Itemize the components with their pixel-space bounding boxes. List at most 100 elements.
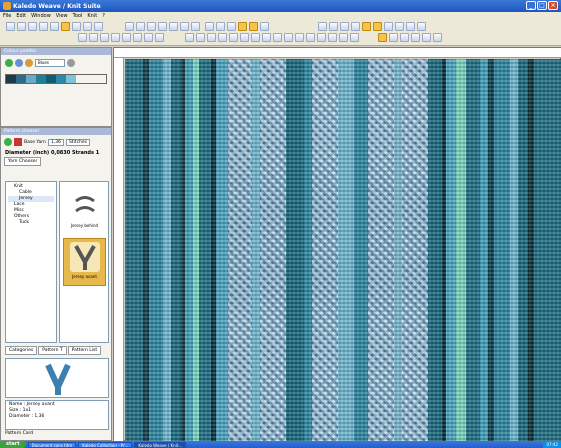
- tool-icon[interactable]: [28, 22, 37, 31]
- tool-icon[interactable]: [317, 33, 326, 42]
- menu-view[interactable]: View: [56, 13, 68, 19]
- tool-icon[interactable]: [196, 33, 205, 42]
- tool-icon[interactable]: [411, 33, 420, 42]
- add-yarn-icon[interactable]: [4, 138, 12, 146]
- tool-icon[interactable]: [185, 33, 194, 42]
- tab-categories[interactable]: Categories: [5, 346, 38, 355]
- tool-icon[interactable]: [216, 22, 225, 31]
- knit-fabric[interactable]: [125, 59, 561, 442]
- tool-icon[interactable]: [100, 33, 109, 42]
- tool-icon[interactable]: [249, 22, 258, 31]
- tool-icon[interactable]: [61, 22, 70, 31]
- tool-icon[interactable]: [240, 33, 249, 42]
- tool-icon[interactable]: [378, 33, 387, 42]
- tool-icon[interactable]: [295, 33, 304, 42]
- tool-icon[interactable]: [147, 22, 156, 31]
- tool-icon[interactable]: [207, 33, 216, 42]
- tool-icon[interactable]: [251, 33, 260, 42]
- menu-edit[interactable]: Edit: [16, 13, 26, 19]
- tool-icon[interactable]: [238, 22, 247, 31]
- tab-pattern-t[interactable]: Pattern T: [38, 346, 67, 355]
- tool-icon[interactable]: [422, 33, 431, 42]
- colour-swatch[interactable]: [16, 75, 26, 83]
- taskbar-item[interactable]: Kaledo Collection - Pr...: [78, 441, 133, 448]
- tab-pattern-list[interactable]: Pattern List: [67, 346, 102, 355]
- taskbar-item-active[interactable]: Kaledo Weave / Knit...: [134, 441, 187, 448]
- tool-icon[interactable]: [191, 22, 200, 31]
- tool-icon[interactable]: [406, 22, 415, 31]
- tool-icon[interactable]: [50, 22, 59, 31]
- diameter-input[interactable]: 1,36: [47, 138, 64, 146]
- tool-icon[interactable]: [395, 22, 404, 31]
- tool-icon[interactable]: [94, 22, 103, 31]
- close-button[interactable]: ×: [548, 1, 558, 10]
- tool-icon[interactable]: [39, 22, 48, 31]
- palette-select[interactable]: Blues: [35, 59, 65, 67]
- tool-icon[interactable]: [329, 22, 338, 31]
- tool-icon[interactable]: [89, 33, 98, 42]
- start-button[interactable]: start: [0, 441, 26, 448]
- tool-icon[interactable]: [158, 22, 167, 31]
- tool-icon[interactable]: [340, 22, 349, 31]
- tool-icon[interactable]: [351, 22, 360, 31]
- tool-icon[interactable]: [339, 33, 348, 42]
- tool-icon[interactable]: [318, 22, 327, 31]
- menu-help[interactable]: ?: [102, 13, 105, 19]
- tool-icon[interactable]: [284, 33, 293, 42]
- tool-icon[interactable]: [350, 33, 359, 42]
- tool-icon[interactable]: [229, 33, 238, 42]
- tree-item-tuck[interactable]: Tuck: [8, 220, 54, 226]
- menu-tool[interactable]: Tool: [73, 13, 83, 19]
- maximize-button[interactable]: □: [537, 1, 547, 10]
- pick-colour-icon[interactable]: [25, 59, 33, 67]
- tool-icon[interactable]: [227, 22, 236, 31]
- tool-icon[interactable]: [389, 33, 398, 42]
- tool-icon[interactable]: [180, 22, 189, 31]
- tool-icon[interactable]: [218, 33, 227, 42]
- tool-icon[interactable]: [362, 22, 371, 31]
- tool-icon[interactable]: [155, 33, 164, 42]
- edit-colour-icon[interactable]: [15, 59, 23, 67]
- tool-icon[interactable]: [144, 33, 153, 42]
- tab-yarn-chooser[interactable]: Yarn Chooser: [4, 157, 42, 166]
- colour-swatch[interactable]: [56, 75, 66, 83]
- tool-icon[interactable]: [384, 22, 393, 31]
- tool-icon[interactable]: [328, 33, 337, 42]
- colour-swatch[interactable]: [66, 75, 76, 83]
- colour-swatch[interactable]: [6, 75, 16, 83]
- tool-icon[interactable]: [72, 22, 81, 31]
- colour-swatch[interactable]: [46, 75, 56, 83]
- tool-icon[interactable]: [122, 33, 131, 42]
- tool-icon[interactable]: [260, 22, 269, 31]
- tool-icon[interactable]: [136, 22, 145, 31]
- palette-menu-icon[interactable]: [67, 59, 75, 67]
- tool-icon[interactable]: [169, 22, 178, 31]
- tool-icon[interactable]: [125, 22, 134, 31]
- pattern-thumb-jersey-avant[interactable]: Jersey avant: [63, 238, 106, 286]
- delete-yarn-icon[interactable]: [14, 138, 22, 146]
- add-colour-icon[interactable]: [5, 59, 13, 67]
- design-canvas[interactable]: [113, 47, 561, 442]
- colour-swatch[interactable]: [36, 75, 46, 83]
- tool-icon[interactable]: [306, 33, 315, 42]
- tool-icon[interactable]: [273, 33, 282, 42]
- menu-knit[interactable]: Knit: [87, 13, 97, 19]
- colour-swatch[interactable]: [26, 75, 36, 83]
- tool-icon[interactable]: [205, 22, 214, 31]
- tool-icon[interactable]: [433, 33, 442, 42]
- menu-window[interactable]: Window: [31, 13, 51, 19]
- pattern-thumb-jersey-behind[interactable]: Jersey behind: [63, 188, 106, 236]
- tool-icon[interactable]: [111, 33, 120, 42]
- tool-icon[interactable]: [133, 33, 142, 42]
- tool-icon[interactable]: [373, 22, 382, 31]
- tool-icon[interactable]: [78, 33, 87, 42]
- tool-icon[interactable]: [417, 22, 426, 31]
- tool-icon[interactable]: [262, 33, 271, 42]
- tool-icon[interactable]: [83, 22, 92, 31]
- tool-icon[interactable]: [17, 22, 26, 31]
- tool-icon[interactable]: [6, 22, 15, 31]
- minimize-button[interactable]: _: [526, 1, 536, 10]
- tool-icon[interactable]: [400, 33, 409, 42]
- yarn-type-select[interactable]: Stitches: [65, 138, 91, 146]
- menu-file[interactable]: File: [3, 13, 11, 19]
